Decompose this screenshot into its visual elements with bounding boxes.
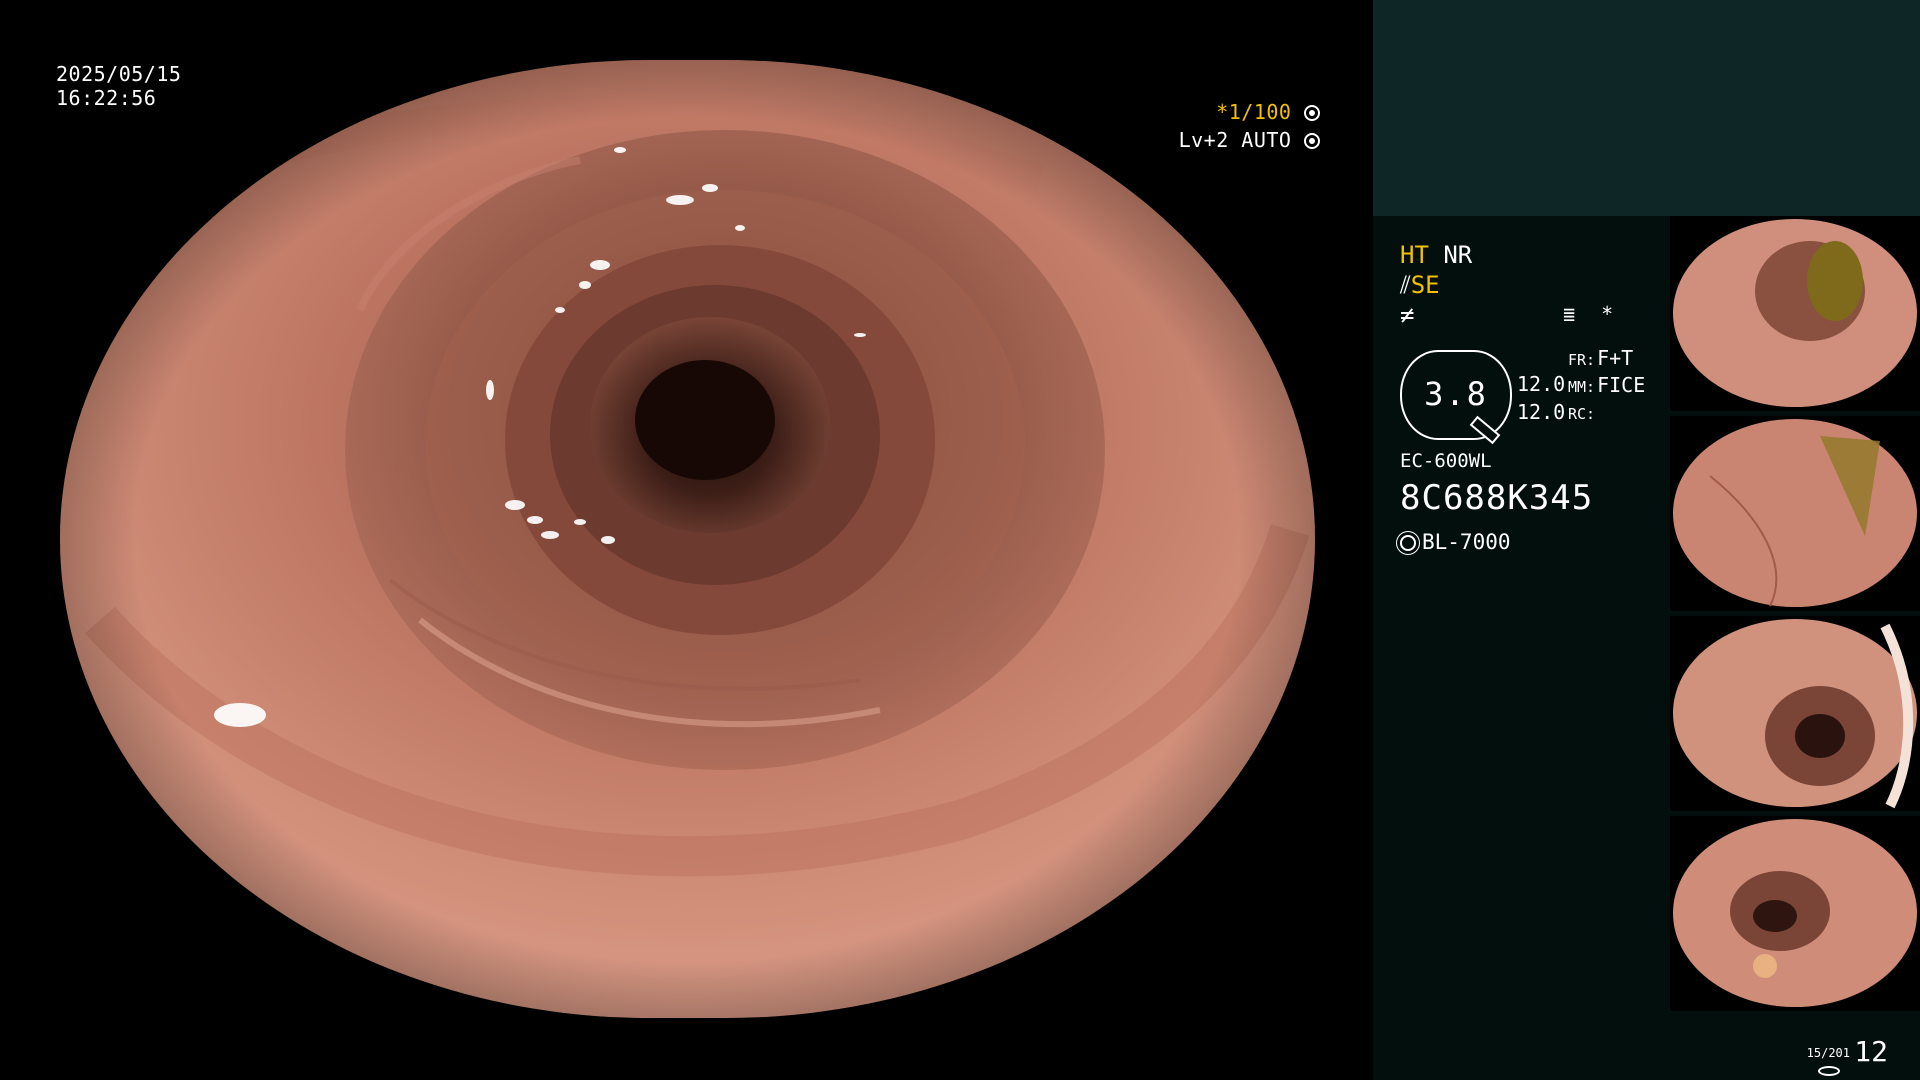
sun-icon [1400,535,1416,551]
scope-serial-text: 8C688K345 [1400,478,1594,518]
thumbnail-3-image [1673,619,1917,809]
mm-value: FICE [1597,373,1646,397]
shutter-ring-icon [1304,105,1320,121]
thumbnail-1[interactable] [1670,216,1920,411]
thumbnail-2[interactable] [1670,416,1920,611]
shutter-speed-text: *1/100 [1216,100,1292,124]
asterisk-indicator: * [1601,302,1614,326]
panel-top-band [1373,0,1920,216]
misc-icons: ≣ * [1563,302,1613,326]
thumbnail-1-image [1673,219,1917,407]
level-value-a: 12.0 [1517,372,1566,396]
processing-status: HT NR ⫽SE ≠ [1400,240,1700,330]
date-time-overlay: 2025/05/15 16:22:56 [56,62,181,110]
rc-label: RC: [1568,405,1596,423]
light-source-text: BL-7000 [1422,530,1511,554]
fr-value: F+T [1597,346,1634,370]
thumbnail-strip [1670,216,1920,1016]
mode-codes: FR: F+T MM: FICE RC: [1568,346,1645,427]
light-source-row: BL-7000 [1400,530,1511,554]
thumbnail-4-image [1673,819,1917,1007]
disc-icon [1818,1066,1840,1076]
enhancement-level-box: 3.8 [1400,350,1512,445]
image-counter: 12 [1854,1035,1888,1068]
image-counter-small: 15/201 [1806,1046,1850,1060]
endoscopy-monitor: 2025/05/15 16:22:56 *1/100 Lv+2 AUTO HT … [0,0,1920,1080]
thumbnail-3[interactable] [1670,616,1920,811]
endoscopic-image [60,60,1315,1018]
exposure-overlay: *1/100 Lv+2 AUTO [1060,98,1320,154]
info-panel: HT NR ⫽SE ≠ ≣ * 3.8 12.0 12.0 FR: F+T MM:… [1373,0,1920,1080]
nr-indicator: NR [1443,241,1473,269]
mm-label: MM: [1568,378,1596,396]
iris-ring-icon [1304,133,1320,149]
thumbnail-4[interactable] [1670,816,1920,1011]
colon-lumen-render [60,60,1315,1018]
time-text: 16:22:56 [56,86,157,110]
enhancement-value: 3.8 [1424,375,1488,413]
se-mode-icon: ⫽ [1400,271,1411,299]
fr-label: FR: [1568,351,1596,369]
filter-indicator: ≠ [1400,301,1415,329]
image-menu-icon: ≣ [1563,302,1576,326]
level-values: 12.0 12.0 [1517,370,1565,426]
level-value-b: 12.0 [1517,400,1566,424]
date-text: 2025/05/15 [56,62,182,86]
thumbnail-2-image [1673,419,1917,607]
se-indicator: SE [1410,271,1440,299]
scope-model-text: EC-600WL [1400,450,1492,472]
image-counter-big: 12 [1854,1035,1888,1068]
enhancement-bar-icon [1469,415,1501,445]
ht-indicator: HT [1400,241,1429,269]
iris-mode-text: Lv+2 AUTO [1178,128,1292,152]
